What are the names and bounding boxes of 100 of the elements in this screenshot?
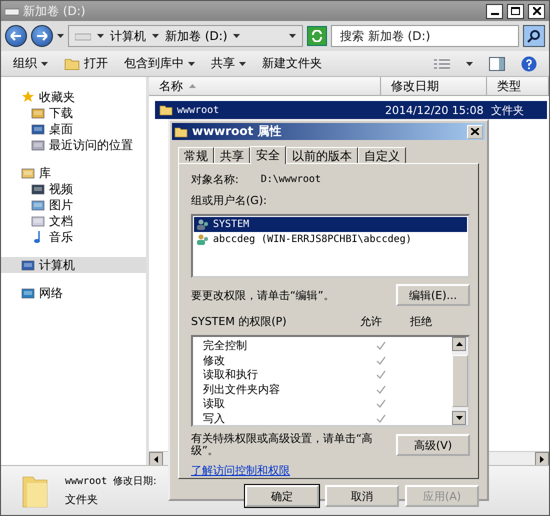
view-list-icon[interactable] <box>434 58 450 70</box>
permission-name: 写入 <box>203 410 226 426</box>
folder-icon <box>159 103 173 117</box>
star-icon <box>21 90 35 104</box>
drive-icon <box>75 31 91 41</box>
left-arrow-icon <box>10 31 22 41</box>
search-icon <box>527 29 541 43</box>
caret-icon <box>97 34 104 38</box>
drive-icon <box>5 6 19 16</box>
toolbar-button[interactable]: 新建文件夹 <box>262 55 322 72</box>
toolbar-button[interactable]: 共享 <box>211 55 246 72</box>
image-icon <box>31 198 45 212</box>
right-arrow-icon <box>540 456 544 462</box>
toolbar-button[interactable]: 打开 <box>64 55 108 72</box>
tab[interactable]: 以前的版本 <box>286 147 358 163</box>
user-list-item[interactable]: abccdeg (WIN-ERRJS8PCHBI\abccdeg) <box>194 232 467 247</box>
maximize-icon <box>511 7 520 15</box>
user-list-item[interactable]: SYSTEM <box>194 217 467 232</box>
deny-header: 拒绝 <box>410 314 433 329</box>
window-title: 新加卷 (D:) <box>23 2 86 20</box>
forward-button[interactable] <box>31 25 53 47</box>
caret-icon <box>239 62 246 66</box>
search-button[interactable] <box>523 25 545 47</box>
dialog-button[interactable]: 取消 <box>325 485 399 507</box>
dialog-button[interactable]: 确定 <box>245 485 319 507</box>
permission-name: 修改 <box>203 352 226 368</box>
object-name-label: 对象名称: <box>191 172 239 187</box>
close-button[interactable] <box>528 4 545 18</box>
document-icon <box>31 214 45 228</box>
minimize-button[interactable] <box>486 4 503 18</box>
help-link[interactable]: 了解访问控制和权限 <box>191 464 290 477</box>
file-row[interactable]: wwwroot 2014/12/20 15:08 文件夹 <box>155 101 547 119</box>
folder-icon <box>174 124 188 138</box>
caret-icon <box>57 34 64 38</box>
edit-hint: 要更改权限，请单击“编辑”。 <box>191 288 334 302</box>
sidebar-item[interactable]: 下载 <box>1 105 146 121</box>
back-button[interactable] <box>5 25 27 47</box>
up-arrow-icon <box>456 342 462 346</box>
caret-icon <box>188 62 195 66</box>
group-list-label: 组或用户名(G): <box>191 193 268 208</box>
preview-pane-icon[interactable] <box>489 56 505 70</box>
user-list[interactable]: SYSTEM abccdeg (WIN-ERRJS8PCHBI\abccdeg) <box>191 214 470 278</box>
down-arrow-icon <box>456 416 462 420</box>
folder-icon <box>31 106 45 120</box>
sort-arrow-icon <box>189 84 196 88</box>
edit-button[interactable]: 编辑(E)... <box>396 284 470 306</box>
help-icon[interactable] <box>521 56 537 72</box>
column-header[interactable]: 名称 <box>149 77 381 95</box>
vertical-scrollbar[interactable] <box>452 337 468 425</box>
caret-icon <box>289 34 296 38</box>
permission-name: 列出文件夹内容 <box>203 382 281 396</box>
search-field[interactable]: 搜索 新加卷 (D:) <box>331 25 519 47</box>
network-icon <box>21 286 35 300</box>
computer-icon <box>21 258 35 272</box>
folder-icon <box>21 166 35 180</box>
sidebar-item[interactable]: 图片 <box>1 197 146 213</box>
details-name: wwwroot <box>65 476 108 486</box>
close-icon <box>471 128 479 135</box>
maximize-button[interactable] <box>507 4 524 18</box>
sidebar-item[interactable]: 桌面 <box>1 121 146 137</box>
toolbar-button[interactable]: 包含到库中 <box>124 55 195 72</box>
sidebar-item[interactable]: 网络 <box>1 285 146 301</box>
column-header[interactable]: 修改日期 <box>381 77 487 95</box>
caret-icon <box>152 34 159 38</box>
advanced-button[interactable]: 高级(V) <box>396 434 470 456</box>
column-header[interactable]: 类型 <box>487 77 549 95</box>
breadcrumb[interactable]: 新加卷 (D:) <box>165 28 228 44</box>
details-type: 文件夹 <box>65 492 99 507</box>
object-name-value: D:\wwwroot <box>260 174 321 185</box>
caret-icon <box>233 34 240 38</box>
dialog-title: wwwroot 属性 <box>192 123 283 140</box>
refresh-icon <box>311 30 323 42</box>
allow-header: 允许 <box>360 314 383 329</box>
users-icon <box>196 218 210 230</box>
caret-icon <box>41 62 48 66</box>
tab[interactable]: 安全 <box>250 146 286 164</box>
refresh-button[interactable] <box>307 26 327 46</box>
monitor-icon <box>31 122 45 136</box>
permissions-label: SYSTEM 的权限(P) <box>191 314 288 329</box>
tab[interactable]: 共享 <box>214 147 250 163</box>
sidebar-item[interactable]: 视频 <box>1 181 146 197</box>
sidebar-item[interactable]: 计算机 <box>1 257 146 273</box>
left-arrow-icon <box>154 456 158 462</box>
toolbar-button[interactable]: 组织 <box>13 55 48 72</box>
address-bar[interactable]: 计算机 新加卷 (D:) <box>68 25 303 47</box>
sidebar-item[interactable]: 音乐 <box>1 229 146 245</box>
right-arrow-icon <box>36 31 48 41</box>
advanced-hint: 有关特殊权限或高级设置，请单击“高级”。 <box>191 433 374 457</box>
film-icon <box>31 182 45 196</box>
permission-name: 完全控制 <box>203 338 248 353</box>
tab[interactable]: 自定义 <box>358 147 406 163</box>
permission-name: 读取和执行 <box>203 367 259 382</box>
details-label: 修改日期: <box>113 474 157 488</box>
breadcrumb[interactable]: 计算机 <box>110 28 146 44</box>
sidebar-item[interactable]: 库 <box>1 165 146 181</box>
sidebar-item[interactable]: 文档 <box>1 213 146 229</box>
close-icon <box>532 7 540 15</box>
tab[interactable]: 常规 <box>178 147 214 163</box>
sidebar-item[interactable]: 收藏夹 <box>1 89 146 105</box>
sidebar-item[interactable]: 最近访问的位置 <box>1 137 146 153</box>
